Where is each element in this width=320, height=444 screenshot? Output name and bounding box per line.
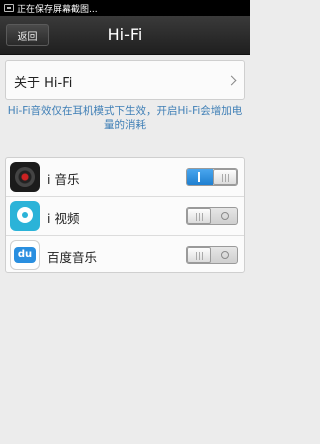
app-name: 百度音乐 xyxy=(47,250,98,265)
app-name: i 音乐 xyxy=(47,172,80,187)
app-name: i 视频 xyxy=(47,211,80,226)
chevron-right-icon xyxy=(226,75,237,86)
music-disc-icon xyxy=(10,162,40,192)
list-item: i 音乐 xyxy=(6,158,244,196)
about-hifi-row[interactable]: 关于 Hi-Fi xyxy=(5,60,245,100)
page-title: Hi-Fi xyxy=(107,25,143,44)
title-bar: 返回 Hi-Fi xyxy=(0,16,250,55)
screenshot-icon xyxy=(4,4,14,12)
toggle-switch[interactable] xyxy=(186,168,238,186)
off-mark-icon xyxy=(221,212,229,220)
toggle-switch[interactable] xyxy=(186,246,238,264)
baidu-du-icon: du xyxy=(10,240,40,270)
about-hifi-label: 关于 Hi-Fi xyxy=(14,76,73,91)
list-item: du 百度音乐 xyxy=(6,236,244,274)
status-bar: 正在保存屏幕截图... xyxy=(0,0,250,16)
on-mark-icon xyxy=(198,172,200,182)
status-text: 正在保存屏幕截图... xyxy=(17,4,98,15)
toggle-switch[interactable] xyxy=(186,207,238,225)
video-reel-icon xyxy=(10,201,40,231)
hifi-description: Hi-Fi音效仅在耳机模式下生效，开启Hi-Fi会增加电量的消耗 xyxy=(7,105,243,131)
app-list: i 音乐 i 视频 du 百度音乐 xyxy=(5,157,245,273)
list-item: i 视频 xyxy=(6,197,244,235)
off-mark-icon xyxy=(221,251,229,259)
